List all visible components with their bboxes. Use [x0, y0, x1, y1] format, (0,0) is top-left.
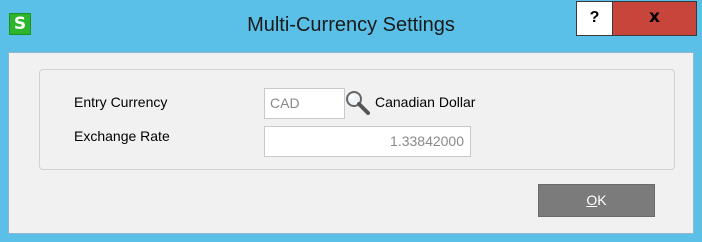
ok-button[interactable]: OK	[538, 184, 655, 217]
entry-currency-label: Entry Currency	[74, 94, 168, 110]
magnifier-icon[interactable]	[342, 88, 372, 118]
ok-label-rest: K	[597, 192, 607, 208]
exchange-rate-label: Exchange Rate	[74, 128, 170, 144]
ok-mnemonic: O	[586, 192, 598, 208]
help-button[interactable]: ?	[576, 1, 613, 36]
settings-group: Entry Currency CAD Canadian Dollar Excha…	[39, 69, 675, 170]
close-button[interactable]: x	[613, 1, 697, 36]
title-bar[interactable]: S Multi-Currency Settings ? x	[0, 0, 702, 52]
dialog-body: Entry Currency CAD Canadian Dollar Excha…	[8, 52, 694, 234]
entry-currency-field[interactable]: CAD	[264, 88, 345, 119]
dialog-window: S Multi-Currency Settings ? x Entry Curr…	[0, 0, 702, 242]
exchange-rate-field[interactable]: 1.33842000	[264, 126, 471, 157]
currency-name: Canadian Dollar	[375, 94, 476, 110]
